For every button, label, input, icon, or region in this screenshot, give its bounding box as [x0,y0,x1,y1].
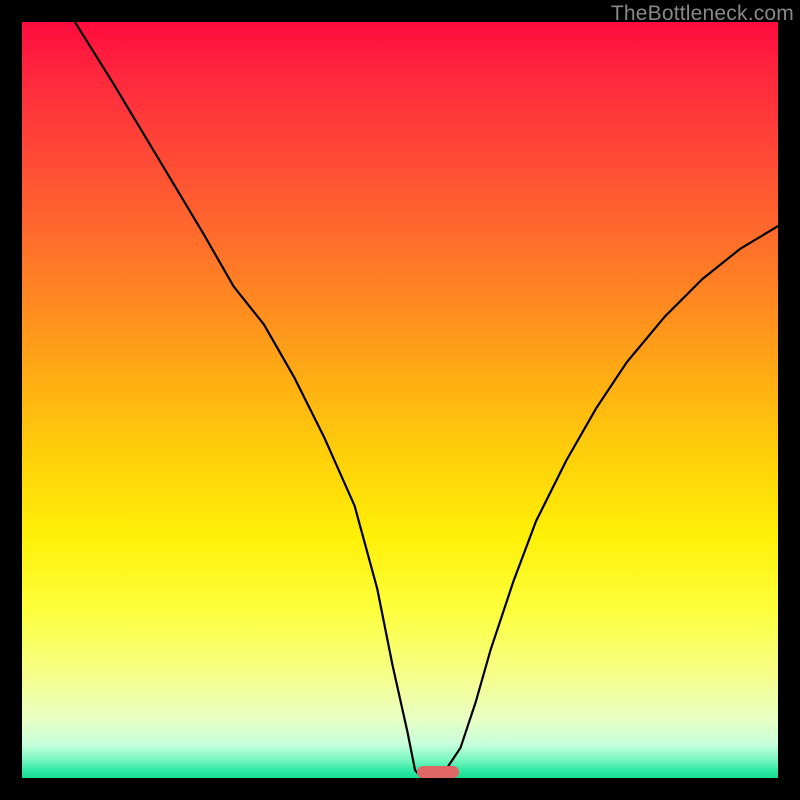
bottleneck-curve [75,22,778,778]
chart-frame: TheBottleneck.com [0,0,800,800]
plot-area [22,22,778,778]
optimum-marker [417,766,459,778]
watermark-text: TheBottleneck.com [611,2,794,26]
curve-layer [22,22,778,778]
